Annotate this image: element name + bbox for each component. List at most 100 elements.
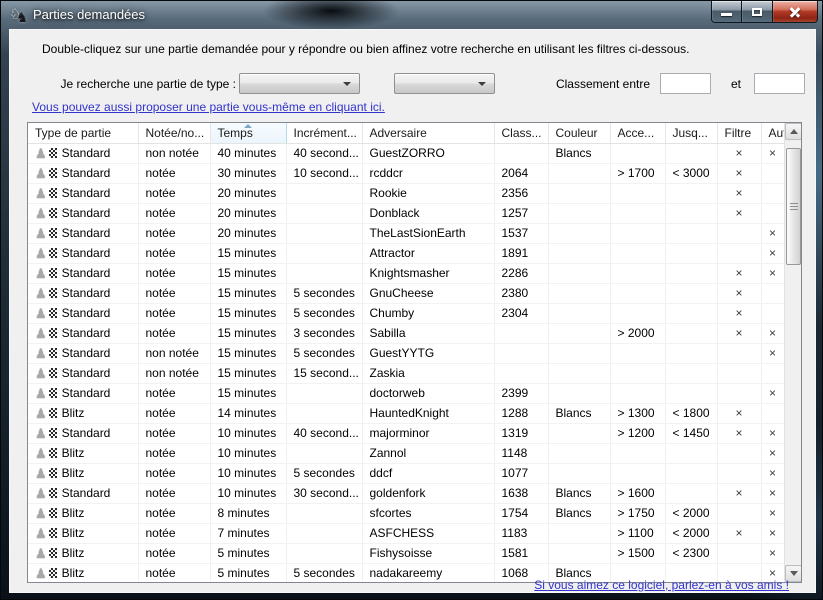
column-header-time[interactable]: Temps [210,123,286,143]
cell-time: 5 minutes [210,543,286,563]
cell-filter [717,223,761,243]
column-header-label: Jusq... [673,126,708,140]
table-row[interactable]: ♟Standardnotée15 minutes3 secondesSabill… [28,323,784,343]
rating-min-input[interactable] [660,73,711,94]
checkerboard-icon [49,188,57,198]
cell-time: 10 minutes [210,483,286,503]
cell-type: ♟Standard [28,263,138,283]
column-header-opponent[interactable]: Adversaire [362,123,494,143]
column-header-type[interactable]: Type de partie [28,123,138,143]
checkerboard-icon [49,488,57,498]
table-row[interactable]: ♟Standardnotée20 minutesDonblack1257× [28,203,784,223]
table-row[interactable]: ♟Standardnotée10 minutes30 second...gold… [28,483,784,503]
cell-time: 30 minutes [210,163,286,183]
cell-opponent: TheLastSionEarth [362,223,494,243]
checkerboard-icon [49,348,57,358]
cell-opponent: goldenfork [362,483,494,503]
checkerboard-icon [49,368,57,378]
table-row[interactable]: ♟Standardnotée30 minutes10 second...rcdd… [28,163,784,183]
cell-rating: 1288 [494,403,548,423]
column-header-filter[interactable]: Filtre [717,123,761,143]
propose-game-link[interactable]: Vous pouvez aussi proposer une partie vo… [32,100,385,114]
game-subtype-select[interactable] [394,73,495,94]
cell-accept-from: > 1200 [610,423,665,443]
cell-type: ♟Standard [28,223,138,243]
table-row[interactable]: ♟Standardnotée15 minutesKnightsmasher228… [28,263,784,283]
column-header-label: Notée/no... [146,126,205,140]
column-header-color[interactable]: Couleur [548,123,610,143]
cell-auto: × [761,543,784,563]
cell-opponent: sfcortes [362,503,494,523]
cell-accept-from: > 1700 [610,163,665,183]
cell-color [548,543,610,563]
table-row[interactable]: ♟Standardnotée15 minutesdoctorweb2399× [28,383,784,403]
table-row[interactable]: ♟Standardnotée15 minutesAttractor1891× [28,243,784,263]
cell-accept-from: > 1500 [610,543,665,563]
cell-time: 10 minutes [210,443,286,463]
cell-auto: × [761,463,784,483]
table-row[interactable]: ♟Blitznotée7 minutesASFCHESS1183> 1100< … [28,523,784,543]
cell-increment: 5 secondes [286,303,362,323]
table-row[interactable]: ♟Standardnotée20 minutesTheLastSionEarth… [28,223,784,243]
cell-filter [717,363,761,383]
column-header-rating[interactable]: Class... [494,123,548,143]
maximize-button[interactable] [742,1,773,23]
table-row[interactable]: ♟Blitznotée10 minutes5 secondesddcf1077× [28,463,784,483]
checkerboard-icon [49,328,57,338]
checkerboard-icon [49,268,57,278]
table-row[interactable]: ♟Standardnon notée40 minutes40 second...… [28,143,784,163]
vertical-scrollbar[interactable] [784,123,801,582]
cell-filter: × [717,423,761,443]
cell-text: Blitz [62,526,85,540]
game-type-select[interactable] [239,73,360,94]
cell-increment: 5 secondes [286,463,362,483]
column-header-auto[interactable]: Aut... [761,123,784,143]
table-row[interactable]: ♟Standardnon notée15 minutes15 second...… [28,363,784,383]
scroll-up-button[interactable] [785,123,802,140]
table-row[interactable]: ♟Blitznotée8 minutessfcortes1754Blancs> … [28,503,784,523]
titlebar[interactable]: ♘ ♞ Parties demandées [1,1,822,29]
games-table-body: ♟Standardnon notée40 minutes40 second...… [28,143,784,583]
column-header-rated[interactable]: Notée/no... [138,123,210,143]
cell-accept-to [665,263,717,283]
cell-accept-from [610,343,665,363]
table-row[interactable]: ♟Blitznotée14 minutesHauntedKnight1288Bl… [28,403,784,423]
table-row[interactable]: ♟Blitznotée5 minutesFishysoisse1581> 150… [28,543,784,563]
cell-accept-to [665,383,717,403]
cell-opponent: Rookie [362,183,494,203]
cell-opponent: Chumby [362,303,494,323]
table-row[interactable]: ♟Standardnon notée15 minutes5 secondesGu… [28,343,784,363]
cell-rated: non notée [138,343,210,363]
cell-type: ♟Standard [28,243,138,263]
rating-max-input[interactable] [754,73,805,94]
table-row[interactable]: ♟Standardnotée15 minutes5 secondesGnuChe… [28,283,784,303]
column-header-increment[interactable]: Incrément... [286,123,362,143]
cell-increment [286,243,362,263]
cell-accept-from [610,363,665,383]
column-header-accept-to[interactable]: Jusq... [665,123,717,143]
minimize-button[interactable] [711,1,742,23]
chess-knights-icon: ♘ ♞ [10,6,28,24]
cell-accept-from: > 1600 [610,483,665,503]
table-row[interactable]: ♟Standardnotée20 minutesRookie2356× [28,183,784,203]
scrollbar-thumb[interactable] [786,148,801,265]
share-with-friends-link[interactable]: Si vous aimez ce logiciel, parlez-en à v… [534,578,789,592]
table-row[interactable]: ♟Blitznotée10 minutesZannol1148× [28,443,784,463]
cell-text: Blitz [62,566,85,580]
cell-opponent: HauntedKnight [362,403,494,423]
cell-rating [494,323,548,343]
cell-increment: 40 second... [286,423,362,443]
column-header-label: Acce... [618,126,655,140]
table-row[interactable]: ♟Standardnotée10 minutes40 second...majo… [28,423,784,443]
cell-rating: 1754 [494,503,548,523]
cell-rated: notée [138,263,210,283]
cell-auto: × [761,323,784,343]
pawn-icon: ♟ [35,386,47,401]
cell-auto: × [761,263,784,283]
cell-auto [761,203,784,223]
cell-filter: × [717,303,761,323]
cell-color [548,203,610,223]
table-row[interactable]: ♟Standardnotée15 minutes5 secondesChumby… [28,303,784,323]
close-button[interactable] [773,1,818,23]
column-header-accept-from[interactable]: Acce... [610,123,665,143]
